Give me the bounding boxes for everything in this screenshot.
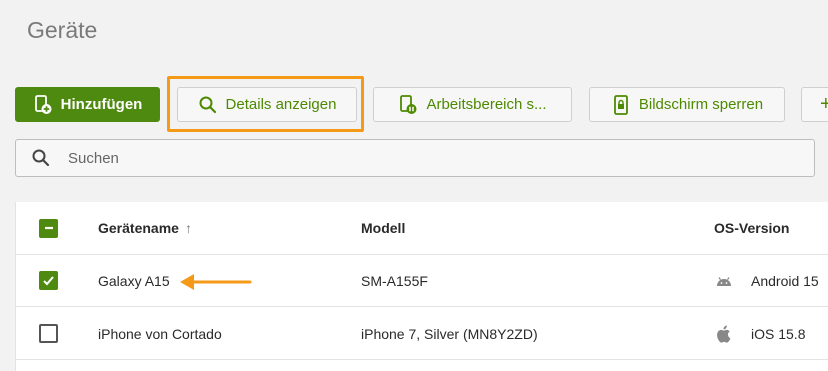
page-title: Geräte <box>27 17 98 43</box>
search-bar[interactable] <box>15 139 815 177</box>
minus-icon <box>39 218 58 238</box>
table-header: Gerätename ↑ Modell OS-Version <box>16 202 828 255</box>
more-button[interactable]: + <box>801 87 828 122</box>
details-button[interactable]: Details anzeigen <box>177 87 357 122</box>
apple-icon <box>715 308 735 359</box>
add-button[interactable]: Hinzufügen <box>15 87 160 122</box>
annotation-arrow-icon <box>178 272 252 297</box>
row-checkbox[interactable] <box>39 255 61 306</box>
table-row[interactable]: Galaxy A15 SM-A155F Android 15 <box>16 255 828 307</box>
sort-arrow-icon: ↑ <box>184 220 192 236</box>
details-button-label: Details anzeigen <box>225 96 337 113</box>
add-device-icon <box>33 94 53 115</box>
os-version: Android 15 <box>751 272 819 289</box>
device-table: Gerätename ↑ Modell OS-Version Galaxy A1… <box>15 202 828 371</box>
lock-screen-button[interactable]: Bildschirm sperren <box>589 87 785 122</box>
workspace-pause-icon <box>398 94 418 115</box>
checkbox-empty-icon <box>39 324 58 343</box>
lock-device-icon <box>611 94 631 115</box>
search-input[interactable] <box>68 149 768 167</box>
device-name: Galaxy A15 <box>98 272 170 289</box>
workspace-button[interactable]: Arbeitsbereich s... <box>373 87 572 122</box>
column-header-name-label: Gerätename <box>98 220 179 236</box>
checkmark-icon <box>39 271 58 290</box>
os-version: iOS 15.8 <box>751 325 806 342</box>
more-button-label: + <box>820 93 828 116</box>
table-row[interactable]: iPhone von Cortado iPhone 7, Silver (MN8… <box>16 308 828 360</box>
device-model: SM-A155F <box>361 272 428 289</box>
device-name: iPhone von Cortado <box>98 325 222 342</box>
toolbar: Hinzufügen Details anzeigen Arbeitsberei… <box>15 87 828 122</box>
column-header-os[interactable]: OS-Version <box>714 202 789 254</box>
select-all-checkbox[interactable] <box>39 202 61 254</box>
device-model: iPhone 7, Silver (MN8Y2ZD) <box>361 325 538 342</box>
search-icon <box>30 147 52 169</box>
column-header-model[interactable]: Modell <box>361 202 405 254</box>
android-icon <box>715 255 735 306</box>
row-checkbox[interactable] <box>39 308 61 359</box>
workspace-button-label: Arbeitsbereich s... <box>426 96 547 113</box>
lock-screen-button-label: Bildschirm sperren <box>638 96 764 113</box>
column-header-name[interactable]: Gerätename ↑ <box>98 202 192 254</box>
add-button-label: Hinzufügen <box>60 96 143 113</box>
search-icon <box>198 95 218 115</box>
